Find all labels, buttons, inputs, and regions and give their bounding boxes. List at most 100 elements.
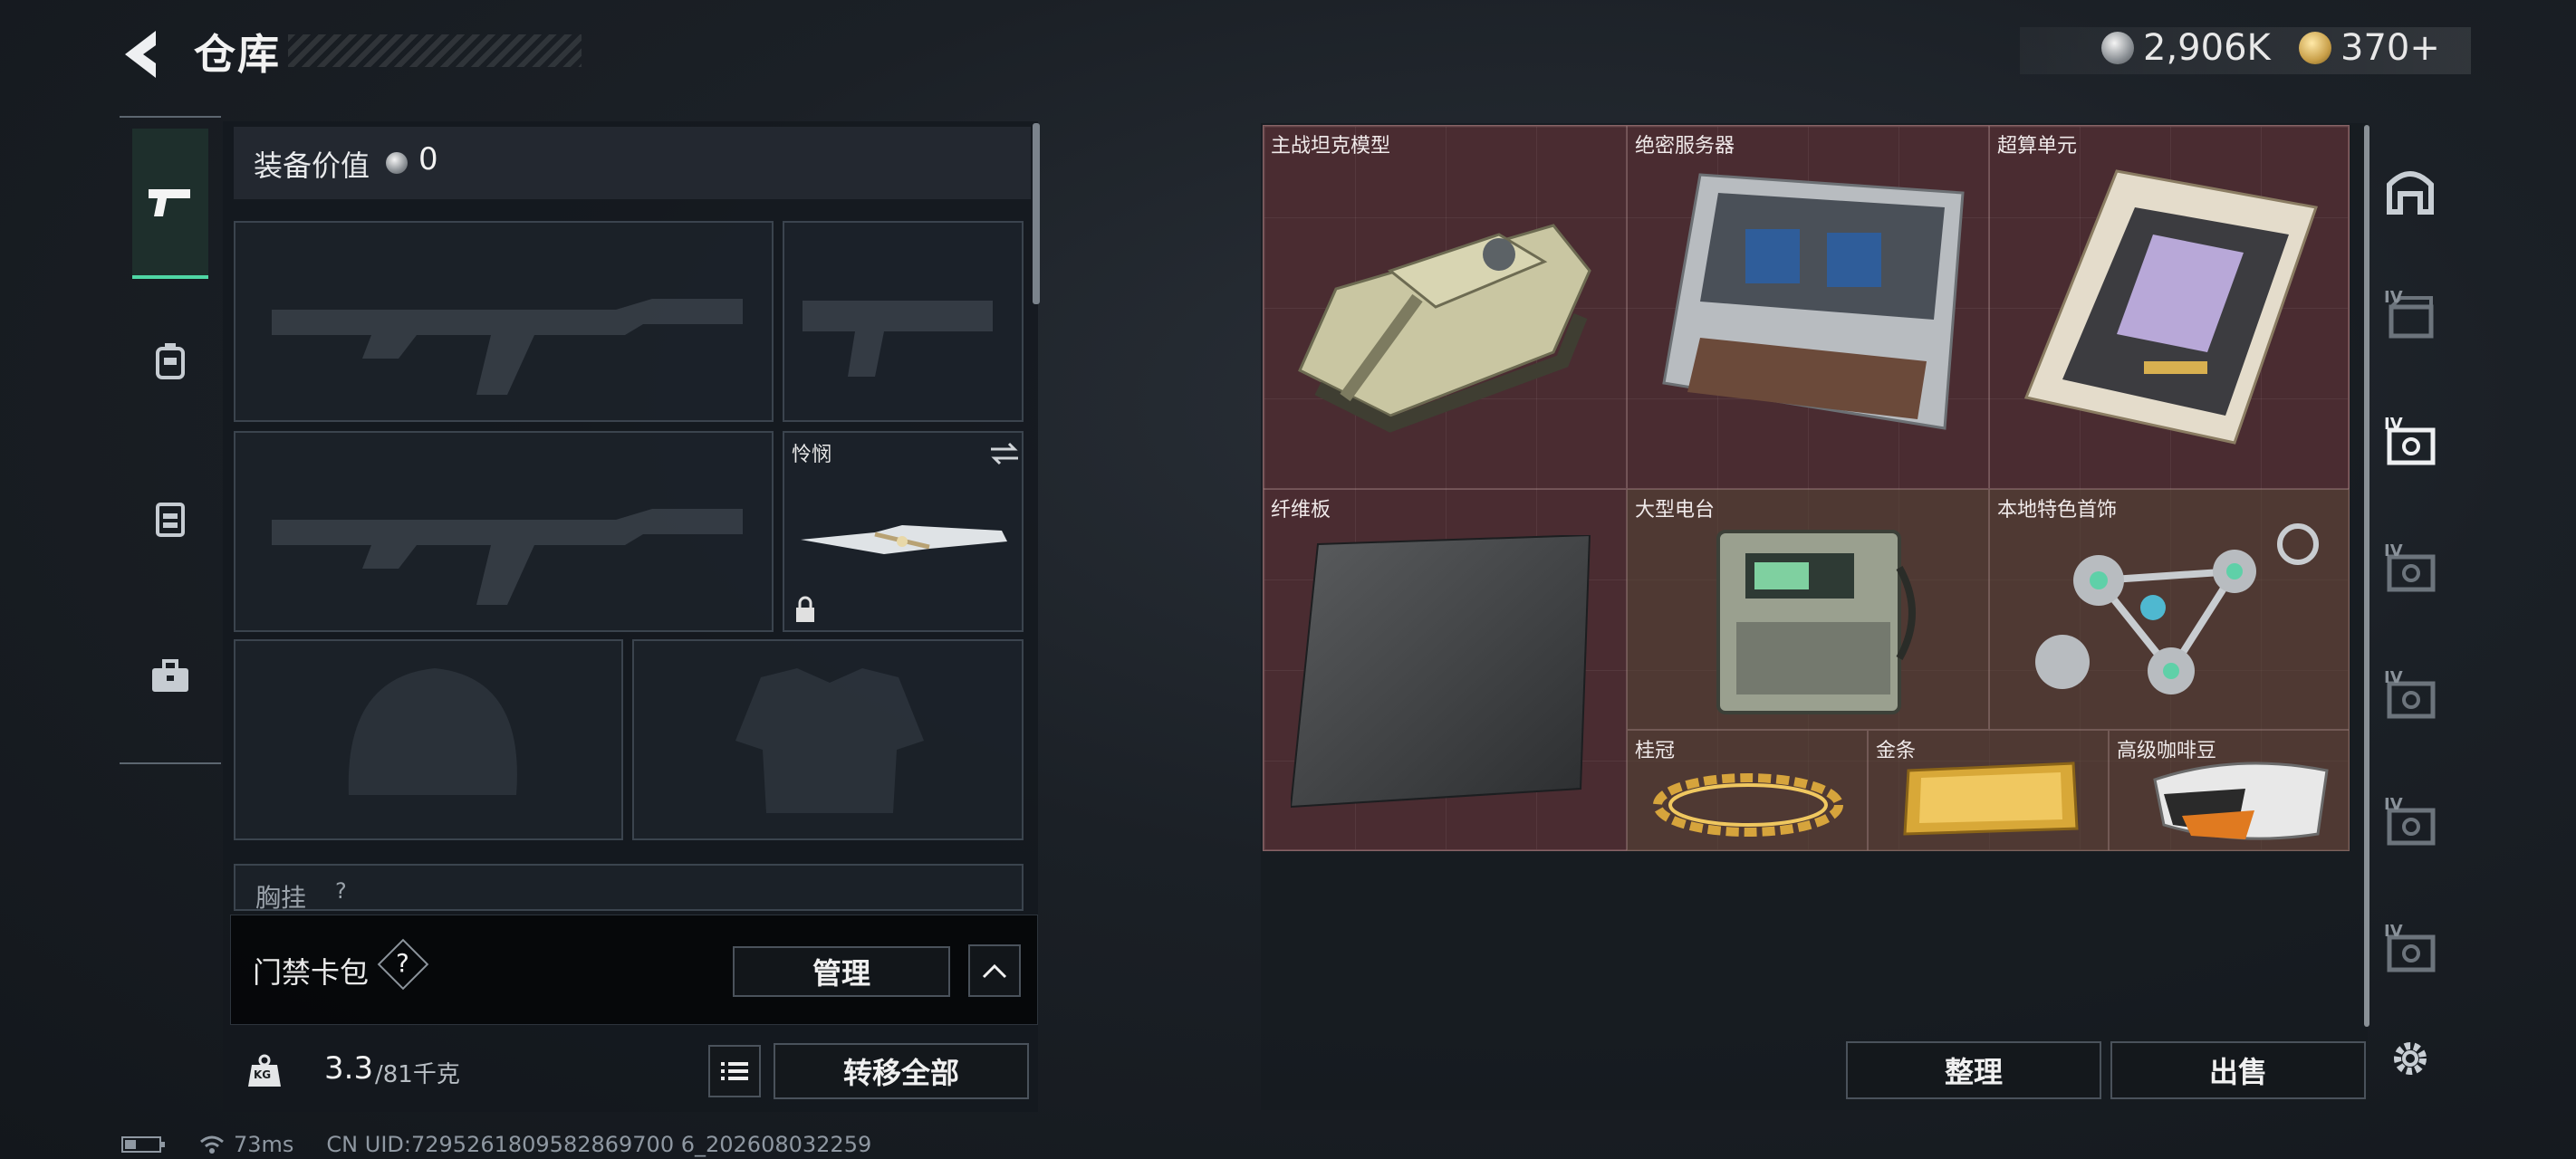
- sort-button[interactable]: 整理: [1846, 1041, 2101, 1099]
- tab-armor[interactable]: [132, 286, 208, 436]
- equipment-value-label: 装备价值: [254, 148, 370, 183]
- chest-rig-value: ?: [335, 878, 347, 904]
- tier-label: IV: [2384, 415, 2403, 434]
- warehouse-icon: [2387, 171, 2434, 215]
- swap-icon[interactable]: [989, 440, 1020, 467]
- chevron-up-icon: [982, 963, 1007, 979]
- gold-coin-icon: [2299, 32, 2331, 64]
- body-armor-silhouette-icon: [735, 668, 924, 813]
- latency: 73ms: [234, 1132, 294, 1157]
- tab-weapons[interactable]: [132, 129, 208, 279]
- chest-rig-slot[interactable]: 胸挂 ?: [234, 864, 1024, 911]
- lock-icon: [796, 596, 814, 622]
- helmet-silhouette-icon: [348, 668, 517, 795]
- left-tab-rail: [120, 116, 221, 764]
- secondary-weapon-slot[interactable]: [234, 431, 774, 632]
- equipment-scrollbar[interactable]: [1033, 123, 1040, 304]
- helmet-slot[interactable]: [234, 639, 623, 840]
- storage-item[interactable]: 大型电台: [1627, 489, 1989, 730]
- rifle-silhouette-icon: [272, 299, 743, 395]
- storage-page-tab[interactable]: IV: [2382, 288, 2438, 344]
- storage-page-tab[interactable]: IV: [2382, 795, 2438, 851]
- gold-amount: 370+: [2341, 27, 2440, 69]
- local-jewelry-icon: [2035, 523, 2319, 694]
- collapse-button[interactable]: [968, 944, 1021, 997]
- tier-label: IV: [2384, 922, 2403, 941]
- item-name: 纤维板: [1271, 499, 1331, 522]
- storage-item[interactable]: 主战坦克模型: [1263, 125, 1627, 489]
- tier-label: IV: [2384, 288, 2403, 307]
- storage-item[interactable]: 金条: [1868, 730, 2109, 851]
- title-decoration: [288, 34, 582, 67]
- list-icon: [721, 1062, 748, 1080]
- fiberboard-icon: [1291, 535, 1591, 809]
- item-name: 主战坦克模型: [1271, 135, 1391, 158]
- melee-slot[interactable]: 怜悯: [783, 431, 1024, 632]
- list-view-button[interactable]: [708, 1045, 761, 1097]
- transfer-all-button[interactable]: 转移全部: [774, 1043, 1029, 1099]
- wifi-icon: [200, 1135, 224, 1154]
- silver-currency: 2,906K: [2101, 27, 2271, 69]
- settings-button[interactable]: [2382, 1030, 2438, 1087]
- chest-rig-label: 胸挂: [255, 883, 307, 911]
- storage-scrollbar[interactable]: [2364, 125, 2369, 1027]
- storage-page-tab[interactable]: IV: [2382, 922, 2438, 978]
- tab-case[interactable]: [132, 601, 208, 752]
- network-status: 73ms: [199, 1132, 293, 1157]
- storage-item[interactable]: 桂冠: [1627, 730, 1868, 851]
- tank-model-icon: [1298, 224, 1591, 433]
- briefcase-icon: [152, 659, 188, 692]
- gold-bar-icon: [1903, 761, 2079, 836]
- silver-coin-icon: [386, 152, 408, 174]
- storage-item[interactable]: 超算单元: [1989, 125, 2350, 489]
- sell-button[interactable]: 出售: [2110, 1041, 2366, 1099]
- gear-icon: [2394, 1042, 2427, 1075]
- equipment-value-header: 装备价值 0: [234, 127, 1031, 199]
- pistol-icon: [149, 189, 190, 216]
- coffee-beans-bag-icon: [2153, 761, 2329, 840]
- weight-max: /81千克: [375, 1061, 460, 1088]
- backpack-icon: [156, 343, 185, 379]
- status-line: 73ms CN UID:7295261809582869700 6_202608…: [121, 1132, 871, 1157]
- weight-icon: KG: [241, 1050, 288, 1090]
- equipment-value: 0: [418, 141, 438, 177]
- storage-page-tab[interactable]: IV: [2382, 541, 2438, 598]
- item-name: 绝密服务器: [1635, 135, 1735, 158]
- tier-label: IV: [2384, 668, 2403, 687]
- pistol-slot[interactable]: [783, 221, 1024, 422]
- weight-current: 3.3: [324, 1050, 374, 1087]
- melee-name: 怜悯: [792, 444, 832, 466]
- vest-icon: [156, 503, 185, 537]
- server-icon: [1662, 173, 1965, 430]
- tier-label: IV: [2384, 795, 2403, 814]
- butterfly-knife-icon: [801, 525, 1007, 554]
- storage-item[interactable]: 绝密服务器: [1627, 125, 1989, 489]
- rifle-silhouette-icon: [272, 509, 743, 605]
- storage-item[interactable]: 高级咖啡豆: [2109, 730, 2350, 851]
- armor-slot[interactable]: [632, 639, 1024, 840]
- weight-unit-icon-label: KG: [254, 1068, 272, 1081]
- pistol-silhouette-icon: [803, 301, 993, 377]
- back-arrow-icon[interactable]: [116, 25, 167, 83]
- silver-coin-icon: [2101, 32, 2134, 64]
- access-card-pack: 门禁卡包 ? 管理: [230, 915, 1038, 1025]
- storage-all-tab[interactable]: [2382, 161, 2438, 217]
- battery-icon: [121, 1136, 165, 1153]
- silver-amount: 2,906K: [2143, 27, 2271, 69]
- page-title: 仓库: [194, 30, 281, 79]
- primary-weapon-slot[interactable]: [234, 221, 774, 422]
- tier-label: IV: [2384, 541, 2403, 560]
- tab-rig[interactable]: [132, 444, 208, 594]
- storage-category-rail: IV IV IV IV IV IV: [2373, 125, 2447, 1112]
- storage-item[interactable]: 本地特色首饰: [1989, 489, 2350, 730]
- storage-item[interactable]: 纤维板: [1263, 489, 1627, 851]
- manage-button[interactable]: 管理: [733, 946, 950, 997]
- large-radio-icon: [1716, 530, 1916, 714]
- laurel-crown-icon: [1653, 773, 1843, 837]
- gold-currency[interactable]: 370+: [2299, 27, 2440, 69]
- weight-bar: KG 3.3 /81千克 转移全部: [230, 1032, 1045, 1105]
- uid-text: CN UID:7295261809582869700 6_20260803225…: [326, 1132, 872, 1157]
- storage-page-tab[interactable]: IV: [2382, 415, 2438, 471]
- card-pack-label: 门禁卡包: [253, 955, 370, 990]
- storage-page-tab[interactable]: IV: [2382, 668, 2438, 724]
